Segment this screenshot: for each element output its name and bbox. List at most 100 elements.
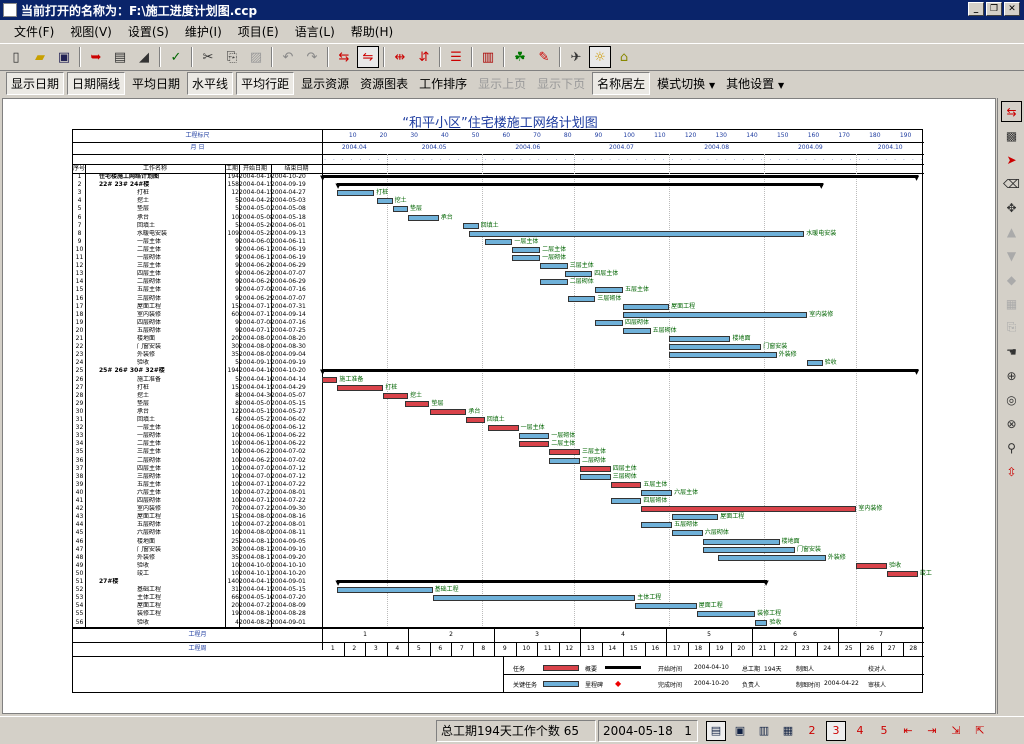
task-bar[interactable] (518, 441, 550, 448)
task-bar[interactable] (322, 376, 338, 383)
pencil-icon[interactable]: ✎ (533, 46, 555, 68)
show-date-button[interactable]: 显示日期 (6, 71, 65, 95)
cut-icon[interactable]: ✂ (197, 46, 219, 68)
arrow-left-right-icon[interactable]: ⇹ (389, 46, 411, 68)
arrow-up-down-icon[interactable]: ⇵ (413, 46, 435, 68)
view4-icon[interactable]: ▦ (778, 721, 798, 741)
redo-icon[interactable]: ↷ (301, 46, 323, 68)
task-bar[interactable] (377, 198, 393, 205)
view1-icon[interactable]: ▤ (706, 720, 726, 741)
down-icon[interactable]: ▼ (1001, 245, 1022, 266)
n4-icon[interactable]: 4 (850, 721, 870, 741)
bulb-icon[interactable]: ☼ (589, 46, 611, 68)
undo-icon[interactable]: ↶ (277, 46, 299, 68)
task-bar[interactable] (635, 603, 697, 610)
summary-bar[interactable] (322, 369, 918, 373)
n7-icon[interactable]: ⇥ (922, 721, 942, 741)
plane-icon[interactable]: ✈ (565, 46, 587, 68)
task-bar[interactable] (641, 506, 857, 513)
open-icon[interactable]: ▰ (29, 46, 51, 68)
mode-switch-dropdown[interactable]: 模式切换 ▼ (653, 73, 719, 94)
task-bar[interactable] (669, 352, 777, 359)
next-page-button[interactable]: 显示下页 (533, 73, 589, 94)
menu-language[interactable]: 语言(L) (287, 23, 343, 40)
task-bar[interactable] (755, 619, 768, 626)
task-bar[interactable] (702, 546, 795, 553)
task-bar[interactable] (564, 271, 593, 278)
menu-help[interactable]: 帮助(H) (343, 23, 401, 40)
eraser-icon[interactable]: ⌫ (1001, 173, 1022, 194)
task-bar[interactable] (540, 279, 568, 286)
circle-icon[interactable]: ◎ (1001, 389, 1022, 410)
task-bar[interactable] (595, 319, 623, 326)
up-icon[interactable]: ▲ (1001, 221, 1022, 242)
task-bar[interactable] (518, 433, 550, 440)
task-bar[interactable] (696, 611, 756, 618)
n8-icon[interactable]: ⇲ (946, 721, 966, 741)
align-icon[interactable]: ☰ (445, 46, 467, 68)
menu-settings[interactable]: 设置(S) (120, 23, 177, 40)
palette-icon[interactable]: ▩ (1001, 125, 1022, 146)
summary-bar[interactable] (322, 175, 918, 178)
task-bar[interactable] (408, 214, 439, 221)
task-bar[interactable] (383, 392, 408, 399)
fill-icon[interactable]: ◢ (133, 46, 155, 68)
link-active-icon[interactable]: ⇋ (357, 46, 379, 68)
task-bar[interactable] (337, 384, 384, 391)
task-sort-button[interactable]: 工作排序 (415, 73, 471, 94)
check-icon[interactable]: ✓ (165, 46, 187, 68)
summary-bar[interactable] (337, 580, 768, 583)
move-icon[interactable]: ✥ (1001, 197, 1022, 218)
task-bar[interactable] (404, 400, 430, 407)
split-icon[interactable]: ⇳ (1001, 461, 1022, 482)
task-bar[interactable] (669, 344, 762, 351)
diamond-icon[interactable]: ◆ (1001, 269, 1022, 290)
view2-icon[interactable]: ▣ (730, 721, 750, 741)
task-bar[interactable] (669, 336, 731, 342)
task-bar[interactable] (337, 587, 433, 594)
task-bar[interactable] (856, 562, 888, 569)
task-bar[interactable] (580, 473, 611, 480)
task-bar[interactable] (392, 206, 408, 213)
select-arrow-icon[interactable]: ➤ (1001, 149, 1022, 170)
task-bar[interactable] (623, 311, 808, 318)
task-bar[interactable] (487, 425, 519, 432)
task-bar[interactable] (610, 481, 642, 488)
average-row-spacing-button[interactable]: 平均行距 (236, 71, 295, 95)
link-icon[interactable]: ⇆ (333, 46, 355, 68)
n9-icon[interactable]: ⇱ (970, 721, 990, 741)
task-bar[interactable] (623, 303, 670, 310)
task-bar[interactable] (512, 255, 541, 261)
fold-icon[interactable]: ⌂ (613, 46, 635, 68)
task-bar[interactable] (718, 554, 826, 561)
people-icon[interactable]: ☘ (509, 46, 531, 68)
grid-icon[interactable]: ▦ (1001, 293, 1022, 314)
horizontal-line-button[interactable]: 水平线 (187, 71, 234, 95)
minimize-button[interactable]: _ (968, 2, 984, 16)
task-bar[interactable] (567, 295, 596, 302)
task-bar[interactable] (623, 327, 651, 334)
n5-icon[interactable]: 5 (874, 721, 894, 741)
task-bar[interactable] (469, 230, 805, 237)
close-button[interactable]: ✕ (1004, 2, 1020, 16)
date-gridline-button[interactable]: 日期隔线 (67, 71, 126, 95)
search-icon[interactable]: ⚲ (1001, 437, 1022, 458)
paste-icon[interactable]: ▨ (245, 46, 267, 68)
view3-icon[interactable]: ▥ (754, 721, 774, 741)
n6-icon[interactable]: ⇤ (898, 721, 918, 741)
task-bar[interactable] (702, 538, 780, 545)
export-icon[interactable]: ▤ (109, 46, 131, 68)
task-bar[interactable] (672, 530, 703, 537)
menu-project[interactable]: 项目(E) (230, 23, 287, 40)
menu-maintain[interactable]: 维护(I) (177, 23, 230, 40)
menu-view[interactable]: 视图(V) (62, 23, 120, 40)
books-icon[interactable]: ▥ (477, 46, 499, 68)
import-icon[interactable]: ➥ (85, 46, 107, 68)
task-bar[interactable] (549, 449, 580, 456)
task-bar[interactable] (672, 514, 719, 521)
name-left-button[interactable]: 名称居左 (592, 71, 651, 95)
save-icon[interactable]: ▣ (53, 46, 75, 68)
task-bar[interactable] (580, 465, 611, 472)
resource-chart-button[interactable]: 资源图表 (356, 73, 412, 94)
average-date-button[interactable]: 平均日期 (128, 73, 184, 94)
